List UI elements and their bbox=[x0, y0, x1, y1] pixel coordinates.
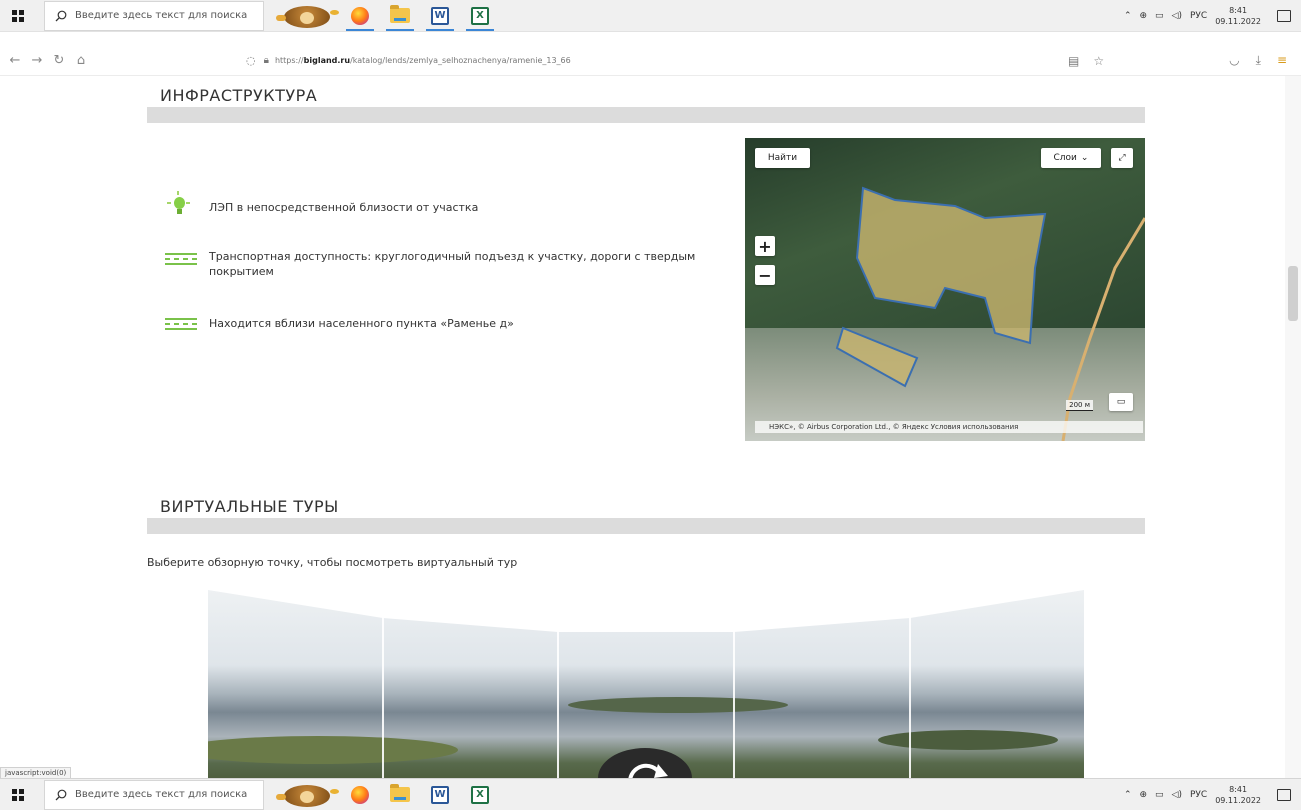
chevron-up-icon[interactable]: ⌃ bbox=[1124, 11, 1132, 21]
url-host: bigland.ru bbox=[303, 56, 351, 65]
tours-title: ВИРТУАЛЬНЫЕ ТУРЫ bbox=[160, 497, 339, 516]
taskbar-search-placeholder: Введите здесь текст для поиска bbox=[75, 789, 248, 800]
file-explorer-taskbar-button[interactable] bbox=[380, 0, 420, 32]
ruler-icon[interactable]: ▭ bbox=[1109, 393, 1133, 411]
download-icon[interactable]: ⤓ bbox=[1256, 53, 1261, 68]
feature-text: ЛЭП в непосредственной близости от участ… bbox=[209, 201, 479, 214]
windows-start-icon[interactable] bbox=[12, 788, 24, 801]
file-explorer-taskbar-button[interactable] bbox=[380, 779, 420, 810]
chevron-down-icon: ⌄ bbox=[1080, 153, 1089, 163]
shield-icon[interactable]: ◌ bbox=[246, 54, 256, 67]
firefox-icon bbox=[351, 785, 369, 804]
lock-icon[interactable]: 🔒︎ bbox=[264, 55, 269, 66]
url-bar[interactable]: ◌ 🔒︎ https:// bigland.ru /katalog/lends/… bbox=[246, 49, 1046, 73]
language-indicator[interactable]: РУС bbox=[1190, 11, 1207, 21]
browser-toolbar: ← → ↻ ⌂ ◌ 🔒︎ https:// bigland.ru /katalo… bbox=[0, 46, 1301, 76]
infrastructure-title: ИНФРАСТРУКТУРА bbox=[160, 86, 318, 105]
hedgehog-doodle-icon[interactable] bbox=[274, 781, 340, 809]
feature-text: Находится вблизи населенного пункта «Рам… bbox=[209, 317, 514, 330]
system-tray: ⌃ ⊕ ▭ ◁) РУС 8:41 09.11.2022 bbox=[1124, 784, 1301, 806]
search-icon bbox=[55, 10, 67, 21]
excel-icon: X bbox=[471, 785, 489, 804]
taskbar-bottom: Введите здесь текст для поиска W X ⌃ ⊕ ▭… bbox=[0, 778, 1301, 810]
word-icon: W bbox=[431, 785, 449, 804]
back-icon[interactable]: ← bbox=[4, 53, 26, 68]
file-explorer-icon bbox=[390, 5, 410, 23]
feature-transport: Транспортная доступность: круглогодичный… bbox=[165, 249, 725, 279]
notifications-icon[interactable] bbox=[1277, 788, 1291, 801]
word-icon: W bbox=[431, 6, 449, 25]
zoom-in-button[interactable]: + bbox=[755, 236, 775, 256]
infrastructure-divider bbox=[147, 107, 1145, 123]
url-prefix: https:// bbox=[274, 56, 304, 65]
map-attribution[interactable]: НЭКС», © Airbus Corporation Ltd., © Янде… bbox=[755, 421, 1143, 433]
home-icon[interactable]: ⌂ bbox=[70, 53, 92, 68]
network-icon[interactable]: ⊕ bbox=[1139, 11, 1147, 21]
word-taskbar-button[interactable]: W bbox=[420, 779, 460, 810]
volume-icon[interactable]: ◁) bbox=[1172, 11, 1182, 21]
road-icon bbox=[165, 249, 197, 269]
lightbulb-icon bbox=[165, 191, 197, 216]
map-find-button[interactable]: Найти bbox=[755, 148, 810, 168]
chevron-up-icon[interactable]: ⌃ bbox=[1124, 790, 1132, 800]
search-icon bbox=[55, 789, 67, 800]
taskbar-top: Введите здесь текст для поиска W X ⌃ ⊕ ▭… bbox=[0, 0, 1301, 32]
clock-time: 8:41 bbox=[1229, 5, 1248, 15]
excel-icon: X bbox=[471, 6, 489, 25]
tours-divider bbox=[147, 518, 1145, 534]
road-icon bbox=[165, 314, 197, 334]
map-layers-button[interactable]: Слои ⌄ bbox=[1041, 148, 1101, 168]
windows-start-icon[interactable] bbox=[12, 9, 24, 22]
clock-date: 09.11.2022 bbox=[1215, 16, 1261, 26]
clock-time: 8:41 bbox=[1229, 784, 1248, 794]
excel-taskbar-button[interactable]: X bbox=[460, 0, 500, 32]
reload-icon[interactable]: ↻ bbox=[48, 53, 70, 68]
url-path: /katalog/lends/zemlya_selhoznachenya/ram… bbox=[350, 56, 571, 65]
word-taskbar-button[interactable]: W bbox=[420, 0, 460, 32]
zoom-out-button[interactable]: − bbox=[755, 265, 775, 285]
taskbar-search[interactable]: Введите здесь текст для поиска bbox=[44, 779, 264, 810]
network-icon[interactable]: ⊕ bbox=[1139, 790, 1147, 800]
notifications-icon[interactable] bbox=[1277, 9, 1291, 22]
map-scale: 200 м bbox=[1066, 400, 1093, 411]
firefox-taskbar-button[interactable] bbox=[340, 0, 380, 32]
pocket-icon[interactable]: ◡ bbox=[1229, 53, 1239, 68]
tours-hint: Выберите обзорную точку, чтобы посмотрет… bbox=[147, 556, 518, 569]
excel-taskbar-button[interactable]: X bbox=[460, 779, 500, 810]
land-plot-overlay[interactable] bbox=[745, 138, 1145, 441]
firefox-icon bbox=[351, 6, 369, 25]
bookmark-star-icon[interactable]: ☆ bbox=[1093, 54, 1104, 68]
feature-settlement: Находится вблизи населенного пункта «Рам… bbox=[165, 314, 725, 334]
battery-icon[interactable]: ▭ bbox=[1155, 790, 1164, 800]
feature-text: Транспортная доступность: круглогодичный… bbox=[209, 250, 696, 278]
satellite-map[interactable]: Найти Слои ⌄ ⤢ + − 200 м ▭ НЭКС», © Airbu… bbox=[745, 138, 1145, 441]
clock[interactable]: 8:41 09.11.2022 bbox=[1215, 5, 1261, 27]
volume-icon[interactable]: ◁) bbox=[1172, 790, 1182, 800]
hedgehog-doodle-icon[interactable] bbox=[274, 2, 340, 30]
extensions-icon[interactable]: ≡ bbox=[1277, 53, 1287, 68]
language-indicator[interactable]: РУС bbox=[1190, 790, 1207, 800]
reader-view-icon[interactable]: ▤ bbox=[1068, 54, 1079, 68]
fullscreen-icon[interactable]: ⤢ bbox=[1111, 148, 1133, 168]
scrollbar-thumb[interactable] bbox=[1288, 266, 1298, 321]
taskbar-search-placeholder: Введите здесь текст для поиска bbox=[75, 10, 248, 21]
taskbar-search[interactable]: Введите здесь текст для поиска bbox=[44, 0, 264, 31]
system-tray: ⌃ ⊕ ▭ ◁) РУС 8:41 09.11.2022 bbox=[1124, 5, 1301, 27]
page-scrollbar[interactable] bbox=[1285, 76, 1301, 778]
forward-icon[interactable]: → bbox=[26, 53, 48, 68]
battery-icon[interactable]: ▭ bbox=[1155, 11, 1164, 21]
clock-date: 09.11.2022 bbox=[1215, 795, 1261, 805]
firefox-taskbar-button[interactable] bbox=[340, 779, 380, 810]
feature-power-line: ЛЭП в непосредственной близости от участ… bbox=[165, 191, 725, 216]
clock[interactable]: 8:41 09.11.2022 bbox=[1215, 784, 1261, 806]
file-explorer-icon bbox=[390, 784, 410, 802]
